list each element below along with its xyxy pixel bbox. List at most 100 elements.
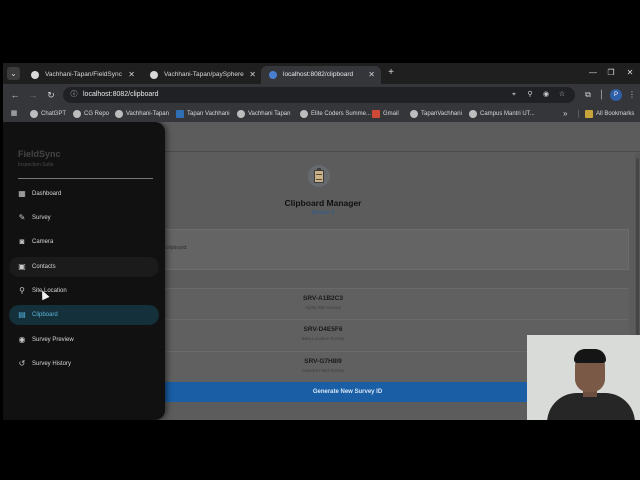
camera-icon: ◙ <box>19 237 25 246</box>
kebab-menu-icon[interactable]: ⋮ <box>625 88 639 102</box>
location-icon[interactable]: ⌖ <box>509 90 519 100</box>
nav-item-site-location[interactable]: ⚲ Site Location <box>9 281 159 301</box>
nav-item-contacts[interactable]: ▣ Contacts <box>9 257 159 277</box>
bookmark-label: Elite Coders Summe... <box>311 111 372 117</box>
info-text: clipboard. <box>166 245 188 251</box>
survey-id: SRV-G7H8I9 <box>304 358 342 365</box>
site-icon <box>469 110 477 118</box>
bookmark-item[interactable]: Elite Coders Summe... <box>300 106 371 122</box>
navigation-drawer: FieldSync Inspection Suite ▦ Dashboard ✎… <box>3 122 165 420</box>
bookmark-item[interactable]: TapanVachhani <box>410 106 462 122</box>
nav-item-dashboard[interactable]: ▦ Dashboard <box>9 184 159 204</box>
nav-item-clipboard[interactable]: ▤ Clipboard <box>9 305 159 325</box>
scrollbar-thumb[interactable] <box>636 158 639 348</box>
tab-fieldsync[interactable]: Vachhani-Tapan/FieldSync ✕ <box>23 66 141 84</box>
address-bar[interactable]: ⓘ localhost:8082/clipboard ⌖ ⚲ ◉ ☆ <box>63 87 575 103</box>
github-icon <box>73 110 81 118</box>
github-icon <box>150 71 158 79</box>
bookmark-item[interactable]: ChatGPT <box>30 106 66 122</box>
tab-search-icon[interactable]: ⌄ <box>7 67 20 80</box>
chatgpt-icon <box>30 110 38 118</box>
tab-title: localhost:8082/clipboard <box>283 71 354 78</box>
header-divider <box>165 151 640 152</box>
nav-label: Camera <box>32 239 54 245</box>
restore-icon[interactable]: ❐ <box>603 66 619 80</box>
back-arrow-icon[interactable]: ← <box>8 88 22 102</box>
survey-id: SRV-A1B2C3 <box>303 295 343 302</box>
bookmark-label: Vachhani Tapan <box>248 111 291 117</box>
divider-icon: │ <box>599 90 605 99</box>
bookmark-item[interactable]: Tapan Vachhani <box>176 106 230 122</box>
nav-label: Survey History <box>32 361 72 367</box>
close-tab-icon[interactable]: ✕ <box>368 66 375 84</box>
github-icon <box>31 71 39 79</box>
bookmark-item[interactable]: Gmail <box>372 106 399 122</box>
site-info-icon[interactable]: ⓘ <box>69 90 79 100</box>
bookmark-item[interactable]: CG Repo <box>73 106 109 122</box>
clipboard-clip <box>317 168 321 171</box>
bookmark-label: Campus Mantri UT... <box>480 111 535 117</box>
clipboard-lines <box>316 174 322 180</box>
close-tab-icon[interactable]: ✕ <box>249 66 256 84</box>
survey-id: SRV-D4E5F6 <box>303 326 343 333</box>
bookmark-item[interactable]: Vachhani-Tapan <box>115 106 169 122</box>
tab-title: Vachhani-Tapan/paySphere <box>164 71 244 78</box>
survey-name: Beta Location Survey <box>301 336 345 341</box>
clipboard-icon: ▤ <box>18 310 26 319</box>
nav-item-camera[interactable]: ◙ Camera <box>9 232 159 252</box>
nav-item-survey-history[interactable]: ↺ Survey History <box>9 354 159 374</box>
profile-avatar[interactable]: P <box>610 89 622 101</box>
screen: ⌄ Vachhani-Tapan/FieldSync ✕ Vachhani-Ta… <box>0 0 640 480</box>
module-label: Module 6 <box>311 210 335 216</box>
nav-label: Survey Preview <box>32 337 74 343</box>
bookmark-item[interactable]: Vachhani Tapan <box>237 106 290 122</box>
apps-grid-icon[interactable]: ▦ <box>9 109 19 119</box>
drawer-divider <box>18 178 153 179</box>
bookmark-label: ChatGPT <box>41 111 67 117</box>
history-icon: ↺ <box>18 359 26 368</box>
extensions-icon[interactable]: ⧉ <box>581 88 595 102</box>
location-pin-icon: ⚲ <box>19 286 25 295</box>
expo-app-icon <box>269 71 277 79</box>
bookmark-item[interactable]: Campus Mantri UT... <box>469 106 535 122</box>
tab-strip: ⌄ Vachhani-Tapan/FieldSync ✕ Vachhani-Ta… <box>3 63 640 84</box>
bookmarks-bar: ▦ ChatGPT CG Repo Vachhani-Tapan Tapan V… <box>3 106 640 122</box>
survey-name: Gamma Field Survey <box>301 368 345 373</box>
nav-label: Clipboard <box>32 312 58 318</box>
new-tab-plus-icon[interactable]: + <box>384 66 398 80</box>
app-tagline: Inspection Suite <box>18 162 54 168</box>
info-card <box>153 229 629 270</box>
page-title: Clipboard Manager <box>284 198 362 208</box>
bookmark-label: CG Repo <box>84 111 110 117</box>
survey-name: Alpha Site Survey <box>305 305 341 310</box>
generate-survey-id-button[interactable]: Generate New Survey ID <box>165 382 530 402</box>
bookmark-label: All Bookmarks <box>596 111 635 117</box>
browser-toolbar: ← → ↻ ⓘ localhost:8082/clipboard ⌖ ⚲ ◉ ☆… <box>3 84 640 106</box>
zoom-icon[interactable]: ⚲ <box>525 90 535 100</box>
nav-item-survey-preview[interactable]: ◉ Survey Preview <box>9 330 159 350</box>
app-brand: FieldSync <box>18 149 61 159</box>
all-bookmarks[interactable]: All Bookmarks <box>585 106 634 122</box>
folder-icon <box>585 110 593 118</box>
minimize-icon[interactable]: — <box>585 66 601 80</box>
reload-icon[interactable]: ↻ <box>44 88 58 102</box>
github-icon <box>410 110 418 118</box>
eye-icon[interactable]: ◉ <box>541 90 551 100</box>
bookmark-label: Gmail <box>383 111 399 117</box>
close-tab-icon[interactable]: ✕ <box>128 66 135 84</box>
tab-clipboard[interactable]: localhost:8082/clipboard ✕ <box>261 66 381 84</box>
bookmark-label: Vachhani-Tapan <box>126 111 169 117</box>
bookmark-label: Tapan Vachhani <box>187 111 230 117</box>
survey-row[interactable]: SRV-A1B2C3 Alpha Site Survey <box>153 288 629 319</box>
tab-paysphere[interactable]: Vachhani-Tapan/paySphere ✕ <box>142 66 262 84</box>
dashboard-icon: ▦ <box>18 189 26 198</box>
nav-item-survey[interactable]: ✎ Survey <box>9 208 159 228</box>
forward-arrow-icon[interactable]: → <box>26 88 40 102</box>
pencil-icon: ✎ <box>18 213 26 222</box>
bookmark-star-icon[interactable]: ☆ <box>557 90 567 100</box>
nav-label: Contacts <box>32 264 56 270</box>
close-window-icon[interactable]: ✕ <box>622 66 638 80</box>
more-bookmarks-icon[interactable]: » <box>563 106 567 122</box>
nav-label: Survey <box>32 215 51 221</box>
webcam-overlay <box>527 335 640 420</box>
